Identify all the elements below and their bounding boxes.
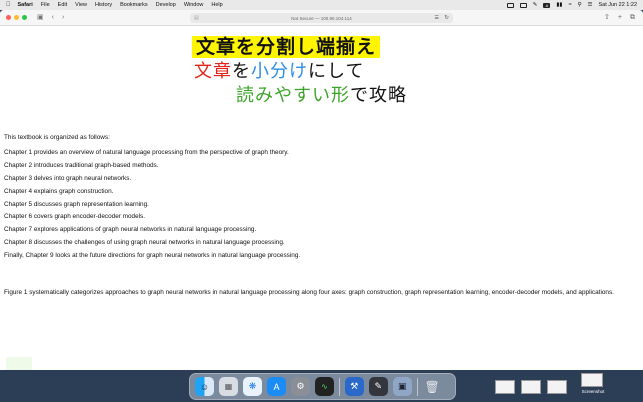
status-pen-icon[interactable]: ✎ bbox=[533, 2, 538, 8]
window-thumbnail[interactable] bbox=[547, 380, 567, 394]
page-icon: ▤ bbox=[194, 15, 199, 21]
banner-word: で攻略 bbox=[350, 85, 407, 106]
intro-text: This textbook is organized as follows: bbox=[4, 134, 110, 141]
menu-history[interactable]: History bbox=[95, 2, 112, 8]
banner-word: 小分け bbox=[251, 61, 308, 82]
pen-app-icon[interactable]: ✎ bbox=[368, 377, 388, 396]
browser-toolbar: ▣ ‹ › ▤ Not Secure — 100.90.104.114 ☰ ↻ … bbox=[0, 10, 643, 26]
page-content: 文章を分割し端揃え 文章を小分けにして 読みやすい形で攻略 This textb… bbox=[0, 26, 643, 370]
figure-description: Figure 1 systematically categorizes appr… bbox=[4, 289, 614, 296]
window-controls bbox=[6, 15, 27, 20]
app-store-icon[interactable]: A bbox=[267, 377, 286, 396]
chapter-line: Chapter 7 explores applications of graph… bbox=[4, 226, 257, 234]
screenshot-desktop-item[interactable]: Screenshot bbox=[581, 373, 605, 394]
tab-overview-icon[interactable]: ⧉ bbox=[630, 14, 635, 21]
banner-word: にして bbox=[308, 61, 365, 82]
minimize-button[interactable] bbox=[14, 15, 19, 20]
banner-line-2: 文章を小分けにして bbox=[194, 61, 364, 83]
status-box-icon[interactable] bbox=[506, 2, 514, 8]
screenshot-label: Screenshot bbox=[581, 389, 605, 394]
window-thumbnail[interactable] bbox=[521, 380, 541, 394]
translate-icon[interactable]: ☰ bbox=[435, 15, 439, 21]
launchpad-icon[interactable]: ▦ bbox=[219, 377, 238, 396]
address-bar[interactable]: ▤ Not Secure — 100.90.104.114 ☰ ↻ bbox=[190, 13, 453, 23]
banner-line-3: 読みやすい形で攻略 bbox=[236, 85, 407, 107]
input-source-indicator[interactable]: A bbox=[543, 2, 551, 8]
menu-view[interactable]: View bbox=[75, 2, 87, 8]
desktop-thumbnails bbox=[495, 380, 567, 394]
clock[interactable]: Sat Jun 22 1:22 bbox=[598, 2, 637, 8]
trash-icon[interactable]: 🗑 bbox=[423, 377, 442, 396]
finder-icon[interactable]: ☺ bbox=[195, 377, 214, 396]
menu-window[interactable]: Window bbox=[184, 2, 204, 8]
chapter-line: Chapter 8 discusses the challenges of us… bbox=[4, 239, 285, 247]
zoom-button[interactable] bbox=[22, 15, 27, 20]
menu-help[interactable]: Help bbox=[211, 2, 222, 8]
chapter-list: This textbook is organized as follows: C… bbox=[4, 132, 636, 263]
title-banner: 文章を分割し端揃え 文章を小分けにして 読みやすい形で攻略 bbox=[192, 36, 432, 122]
search-icon[interactable]: ⚲ bbox=[578, 2, 582, 8]
dock-separator bbox=[339, 377, 340, 396]
chapter-line: Chapter 2 introduces traditional graph-b… bbox=[4, 161, 159, 169]
banner-line-1: 文章を分割し端揃え bbox=[192, 36, 381, 58]
chapter-line: Chapter 6 covers graph encoder-decoder m… bbox=[4, 213, 146, 221]
wifi-icon[interactable]: ≈ bbox=[568, 2, 571, 8]
menu-file[interactable]: File bbox=[41, 2, 50, 8]
system-settings-icon[interactable]: ⚙ bbox=[291, 377, 310, 396]
banner-word: 読みやすい形 bbox=[236, 85, 350, 106]
forward-icon[interactable]: › bbox=[62, 14, 64, 21]
menu-edit[interactable]: Edit bbox=[58, 2, 67, 8]
control-center-icon[interactable]: ☰ bbox=[588, 2, 593, 8]
address-text: Not Secure — 100.90.104.114 bbox=[291, 15, 352, 21]
activity-monitor-icon[interactable]: ∿ bbox=[315, 377, 334, 396]
share-icon[interactable]: ⇧ bbox=[604, 14, 610, 21]
chapter-line: Chapter 3 delves into graph neural netwo… bbox=[4, 174, 132, 182]
window-thumbnail[interactable] bbox=[495, 380, 515, 394]
toolbar-right: ⇧ + ⧉ bbox=[604, 14, 635, 21]
status-area: ✎ A ▮▮ ≈ ⚲ ☰ Sat Jun 22 1:22 bbox=[506, 2, 637, 8]
reload-icon[interactable]: ↻ bbox=[444, 15, 449, 21]
screenshot-thumbnail[interactable] bbox=[581, 373, 603, 387]
menu-bookmarks[interactable]: Bookmarks bbox=[120, 2, 148, 8]
preview-icon[interactable]: ▣ bbox=[392, 377, 412, 396]
new-tab-icon[interactable]: + bbox=[618, 14, 622, 21]
chapter-line: Finally, Chapter 9 looks at the future d… bbox=[4, 252, 301, 260]
banner-word: を bbox=[232, 61, 251, 82]
dock: ☺ ▦ ❋ A ⚙ ∿ ⚒ ✎ ▣ 🗑 bbox=[189, 373, 456, 400]
apple-icon[interactable]:  bbox=[6, 2, 11, 8]
menu-app-safari[interactable]: Safari bbox=[18, 2, 33, 8]
xcode-icon[interactable]: ⚒ bbox=[344, 377, 364, 396]
banner-word: 文章 bbox=[194, 61, 232, 82]
sidebar-toggle-icon[interactable]: ▣ bbox=[37, 14, 44, 21]
browser-window: ▣ ‹ › ▤ Not Secure — 100.90.104.114 ☰ ↻ … bbox=[0, 10, 643, 370]
chapter-line: Chapter 1 provides an overview of natura… bbox=[4, 148, 289, 156]
dock-separator bbox=[416, 377, 418, 396]
status-window-icon[interactable] bbox=[519, 2, 527, 8]
highlight-box bbox=[6, 357, 32, 370]
safari-icon[interactable]: ❋ bbox=[243, 377, 262, 396]
battery-icon[interactable]: ▮▮ bbox=[556, 2, 562, 8]
back-icon[interactable]: ‹ bbox=[52, 14, 54, 21]
chapter-line: Chapter 5 discusses graph representation… bbox=[4, 200, 149, 208]
chapter-line: Chapter 4 explains graph construction. bbox=[4, 187, 114, 195]
menu-bar:  Safari File Edit View History Bookmark… bbox=[0, 0, 643, 10]
menu-develop[interactable]: Develop bbox=[156, 2, 176, 8]
close-button[interactable] bbox=[6, 15, 11, 20]
